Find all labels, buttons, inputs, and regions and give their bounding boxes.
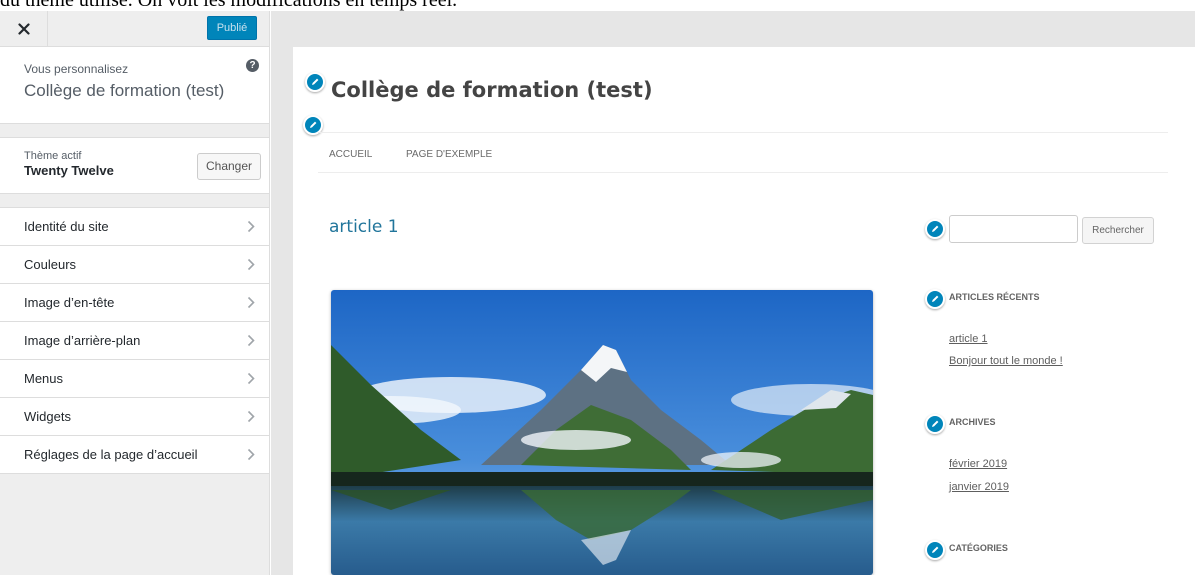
panel-label: Réglages de la page d’accueil [24, 447, 198, 462]
panel-header-image[interactable]: Image d’en-tête [0, 284, 269, 322]
help-icon[interactable]: ? [246, 59, 259, 72]
customizer-header: Publié [0, 11, 269, 47]
edit-recent-posts-widget-shortcut[interactable] [925, 289, 945, 309]
chevron-right-icon [247, 334, 255, 347]
nav-item-sample-page[interactable]: PAGE D'EXEMPLE [406, 149, 492, 160]
chevron-right-icon [247, 410, 255, 423]
customizing-info: Vous personnalisez Collège de formation … [0, 47, 269, 124]
chevron-right-icon [247, 220, 255, 233]
nav-top-divider [318, 132, 1168, 133]
pencil-icon [312, 78, 319, 85]
edit-search-widget-shortcut[interactable] [925, 219, 945, 239]
edit-archives-widget-shortcut[interactable] [925, 414, 945, 434]
change-theme-button[interactable]: Changer [197, 153, 261, 180]
panel-site-identity[interactable]: Identité du site [0, 208, 269, 246]
publish-button[interactable]: Publié [207, 16, 257, 40]
recent-post-link[interactable]: Bonjour tout le monde ! [949, 355, 1063, 367]
document-caption: du thème utilisé. On voit les modificati… [0, 0, 458, 11]
panel-label: Menus [24, 371, 64, 386]
edit-site-title-shortcut[interactable] [305, 72, 325, 92]
site-title[interactable]: Collège de formation (test) [331, 78, 653, 102]
archive-link[interactable]: février 2019 [949, 458, 1007, 470]
panel-label: Widgets [24, 409, 71, 424]
edit-categories-widget-shortcut[interactable] [925, 540, 945, 560]
chevron-right-icon [247, 372, 255, 385]
panel-label: Image d’en-tête [24, 295, 115, 310]
customizing-site-name: Collège de formation (test) [24, 81, 225, 100]
panel-label: Image d’arrière-plan [24, 333, 141, 348]
search-input[interactable] [949, 215, 1078, 243]
panel-background-image[interactable]: Image d’arrière-plan [0, 322, 269, 360]
categories-title: CATÉGORIES [949, 543, 1008, 553]
pencil-icon [932, 420, 939, 427]
chevron-right-icon [247, 296, 255, 309]
nav-item-home[interactable]: ACCUEIL [329, 149, 372, 160]
pencil-icon [932, 546, 939, 553]
customizer-sidebar: Publié Vous personnalisez Collège de for… [0, 11, 270, 575]
chevron-right-icon [247, 258, 255, 271]
panel-homepage-settings[interactable]: Réglages de la page d’accueil [0, 436, 269, 474]
recent-post-link[interactable]: article 1 [949, 333, 988, 345]
search-button[interactable]: Rechercher [1082, 217, 1154, 244]
customizing-label: Vous personnalisez [24, 62, 129, 76]
recent-posts-title: ARTICLES RÉCENTS [949, 292, 1040, 302]
panel-colors[interactable]: Couleurs [0, 246, 269, 284]
section-divider [0, 124, 269, 138]
panel-widgets[interactable]: Widgets [0, 398, 269, 436]
panel-menus[interactable]: Menus [0, 360, 269, 398]
chevron-right-icon [247, 448, 255, 461]
archive-link[interactable]: janvier 2019 [949, 481, 1009, 493]
mountain-lake-photo [331, 290, 873, 575]
close-icon [17, 22, 30, 35]
panel-label: Couleurs [24, 257, 77, 272]
section-divider [0, 194, 269, 208]
pencil-icon [932, 295, 939, 302]
featured-image[interactable] [331, 290, 873, 575]
pencil-icon [310, 121, 317, 128]
pencil-icon [932, 225, 939, 232]
archives-title: ARCHIVES [949, 417, 996, 427]
customizer-panels: Identité du site Couleurs Image d’en-têt… [0, 208, 269, 474]
panel-label: Identité du site [24, 219, 109, 234]
nav-bottom-divider [318, 172, 1168, 173]
active-theme-panel: Thème actif Twenty Twelve Changer [0, 138, 269, 194]
post-title-link[interactable]: article 1 [329, 217, 399, 237]
close-button[interactable] [0, 11, 48, 46]
